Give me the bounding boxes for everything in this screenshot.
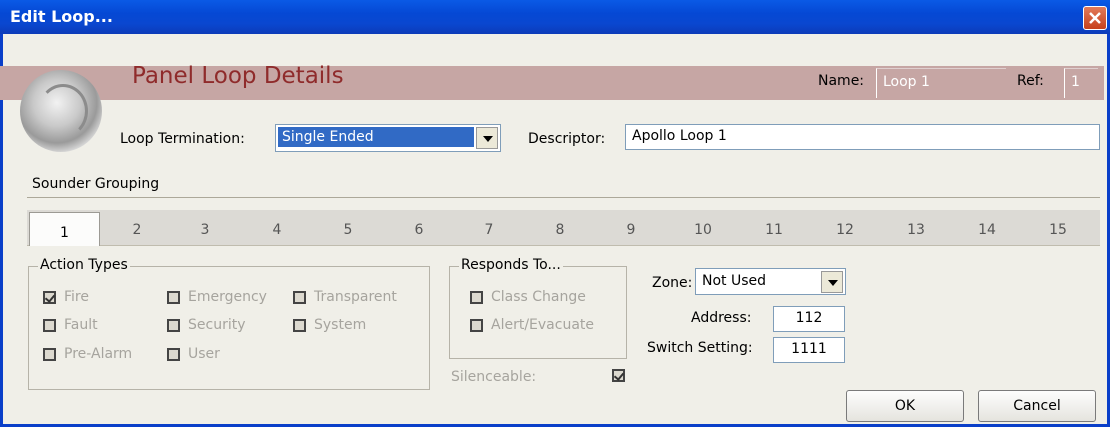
loop-termination-value: Single Ended xyxy=(278,127,474,147)
pre-alarm-checkbox[interactable] xyxy=(43,348,56,361)
class-change-label: Class Change xyxy=(491,289,586,305)
descriptor-input[interactable]: Apollo Loop 1 xyxy=(625,124,1100,150)
title-bar[interactable]: Edit Loop... xyxy=(0,0,1110,34)
address-input[interactable]: 112 xyxy=(773,306,845,332)
close-icon xyxy=(1089,12,1101,24)
address-label: Address: xyxy=(691,310,752,326)
security-checkbox[interactable] xyxy=(167,319,180,332)
ref-field[interactable]: 1 xyxy=(1064,68,1098,98)
window-title: Edit Loop... xyxy=(10,7,113,26)
sounder-grouping-label: Sounder Grouping xyxy=(32,176,160,192)
name-field[interactable]: Loop 1 xyxy=(876,68,1006,98)
zone-value: Not Used xyxy=(702,273,767,289)
ok-button[interactable]: OK xyxy=(846,390,964,422)
chevron-down-icon[interactable] xyxy=(821,271,843,293)
silenceable-checkbox[interactable] xyxy=(612,369,625,382)
loop-logo-icon xyxy=(20,70,102,152)
loop-termination-select[interactable]: Single Ended xyxy=(275,124,501,152)
class-change-checkbox[interactable] xyxy=(470,291,483,304)
switch-setting-label: Switch Setting: xyxy=(647,340,753,356)
divider xyxy=(27,197,1100,198)
tab-3[interactable]: 3 xyxy=(185,222,225,238)
switch-setting-input[interactable]: 1111 xyxy=(773,337,845,363)
cancel-button[interactable]: Cancel xyxy=(978,390,1096,422)
tab-14[interactable]: 14 xyxy=(967,222,1007,238)
fault-label: Fault xyxy=(64,317,98,333)
zone-label: Zone: xyxy=(652,275,693,291)
page-title: Panel Loop Details xyxy=(132,63,344,89)
name-label: Name: xyxy=(818,73,865,89)
tab-5[interactable]: 5 xyxy=(328,222,368,238)
ref-label: Ref: xyxy=(1017,73,1044,89)
transparent-checkbox[interactable] xyxy=(293,291,306,304)
tab-2[interactable]: 2 xyxy=(117,222,157,238)
tab-10[interactable]: 10 xyxy=(683,222,723,238)
zone-select[interactable]: Not Used xyxy=(695,268,846,295)
user-label: User xyxy=(188,346,220,362)
fault-checkbox[interactable] xyxy=(43,319,56,332)
system-checkbox[interactable] xyxy=(293,319,306,332)
transparent-label: Transparent xyxy=(314,289,397,305)
fire-checkbox[interactable] xyxy=(43,291,56,304)
security-label: Security xyxy=(188,317,246,333)
responds-to-legend: Responds To... xyxy=(459,257,563,273)
tab-4[interactable]: 4 xyxy=(257,222,297,238)
tab-11[interactable]: 11 xyxy=(754,222,794,238)
chevron-down-icon[interactable] xyxy=(476,127,498,149)
emergency-label: Emergency xyxy=(188,289,267,305)
action-types-legend: Action Types xyxy=(38,257,130,273)
tab-7[interactable]: 7 xyxy=(469,222,509,238)
user-checkbox[interactable] xyxy=(167,348,180,361)
alert-evacuate-checkbox[interactable] xyxy=(470,319,483,332)
tab-12[interactable]: 12 xyxy=(825,222,865,238)
close-button[interactable] xyxy=(1083,6,1107,30)
tab-13[interactable]: 13 xyxy=(896,222,936,238)
tab-8[interactable]: 8 xyxy=(540,222,580,238)
tab-9[interactable]: 9 xyxy=(611,222,651,238)
fire-label: Fire xyxy=(64,289,89,305)
descriptor-label: Descriptor: xyxy=(528,131,606,147)
pre-alarm-label: Pre-Alarm xyxy=(64,346,133,362)
silenceable-label: Silenceable: xyxy=(451,369,537,385)
alert-evacuate-label: Alert/Evacuate xyxy=(491,317,595,333)
tab-1[interactable]: 1 xyxy=(29,212,100,246)
system-label: System xyxy=(314,317,367,333)
loop-termination-label: Loop Termination: xyxy=(120,131,245,147)
responds-to-group xyxy=(449,266,627,359)
tab-6[interactable]: 6 xyxy=(399,222,439,238)
tab-15[interactable]: 15 xyxy=(1038,222,1078,238)
emergency-checkbox[interactable] xyxy=(167,291,180,304)
